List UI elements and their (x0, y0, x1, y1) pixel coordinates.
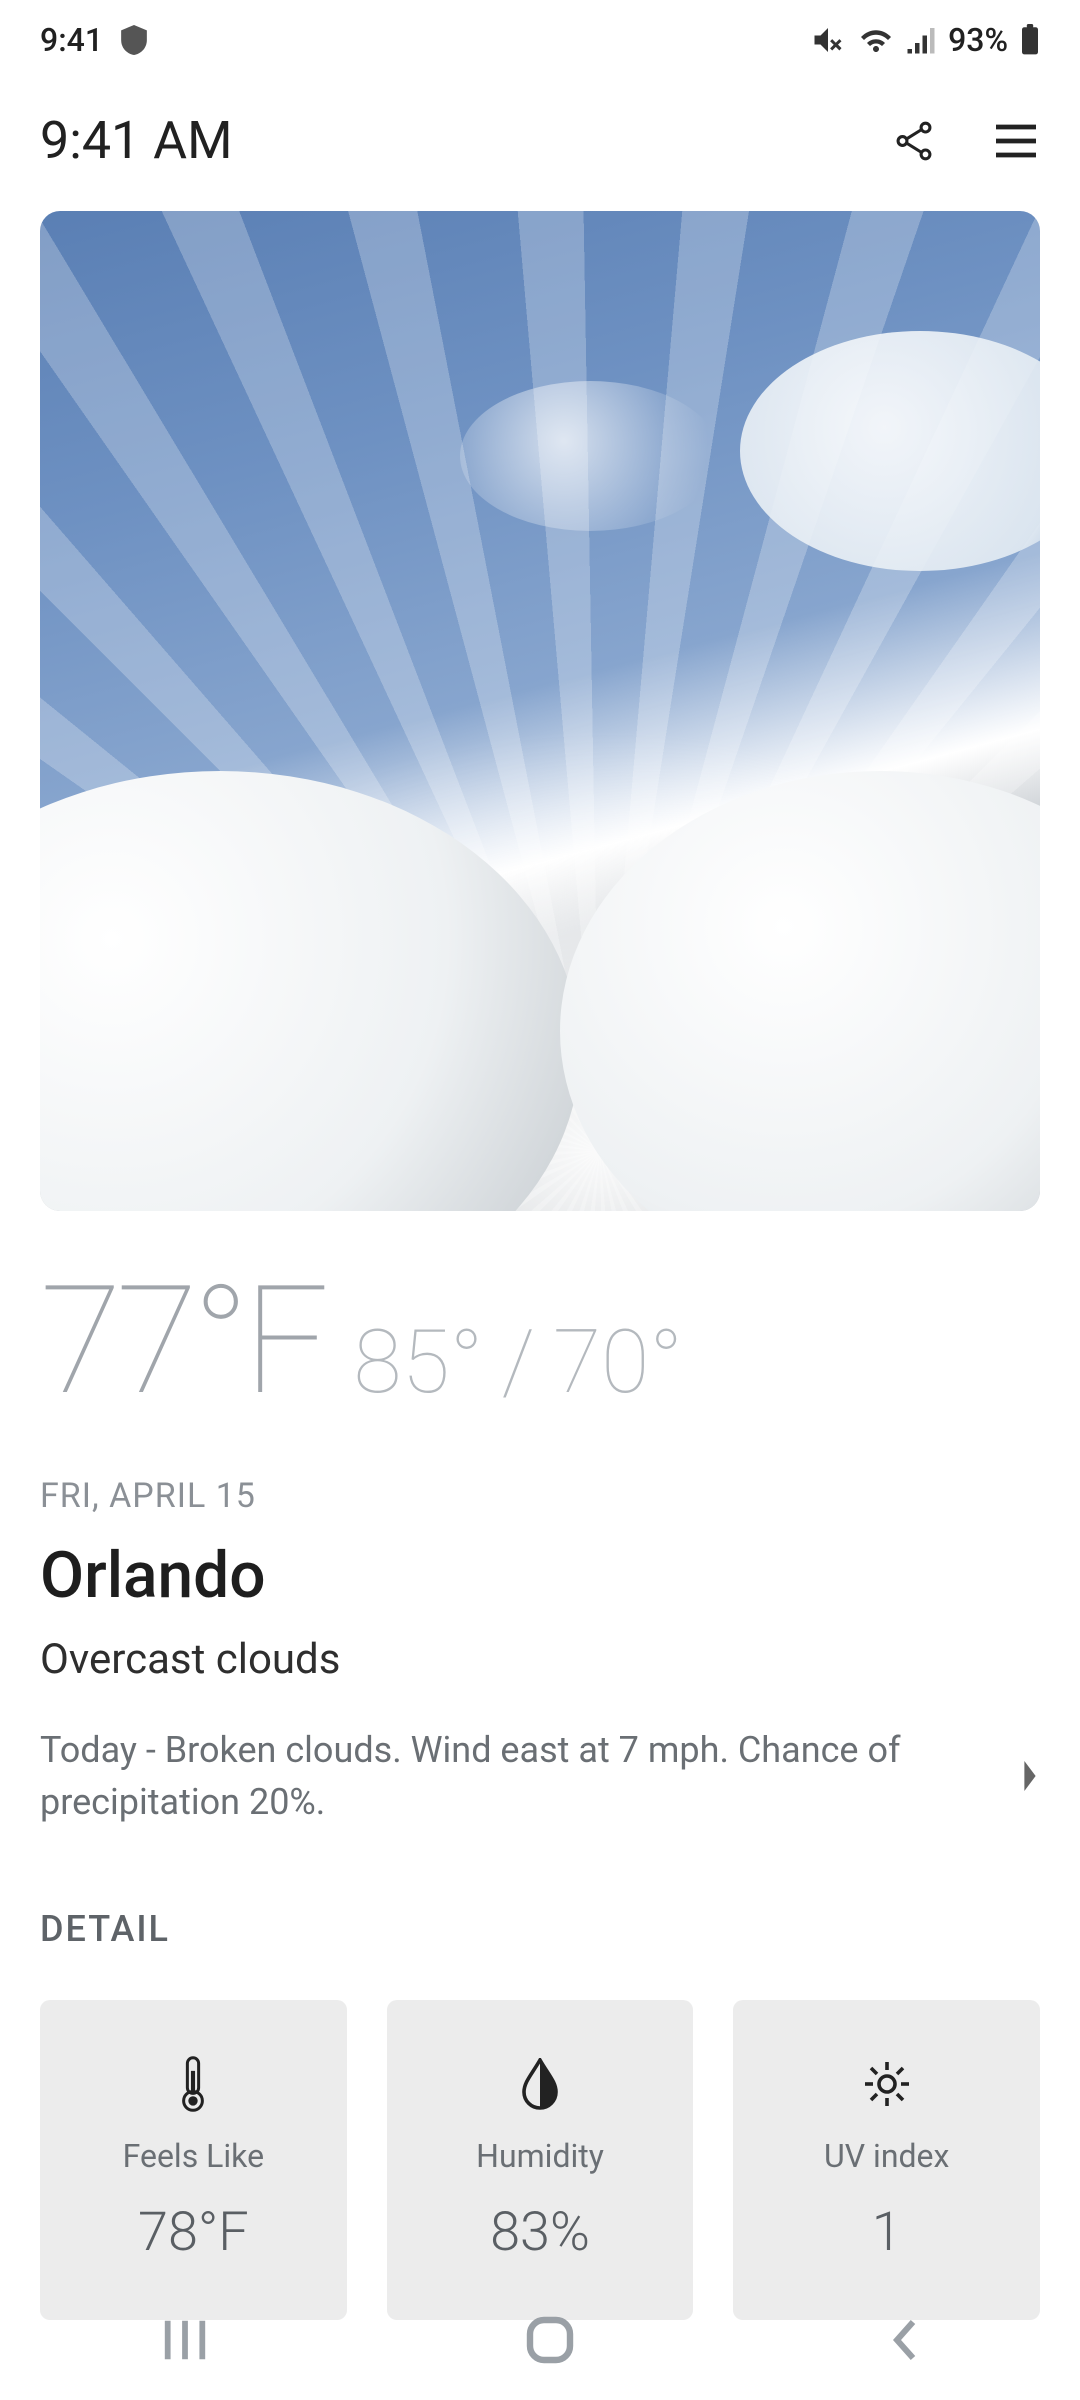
wifi-icon (858, 25, 894, 55)
system-nav-bar (0, 2280, 1080, 2400)
card-label: Humidity (476, 2137, 604, 2175)
home-icon[interactable] (524, 2314, 576, 2366)
detail-card-uv[interactable]: UV index 1 (733, 2000, 1040, 2320)
droplet-icon (520, 2058, 560, 2110)
share-icon[interactable] (891, 118, 937, 164)
city-name: Orlando (0, 1516, 1080, 1613)
forecast-row[interactable]: Today - Broken clouds. Wind east at 7 mp… (0, 1684, 1080, 1828)
temp-separator: / (501, 1311, 535, 1414)
weather-image (40, 211, 1040, 1211)
shield-icon (121, 25, 147, 55)
condition-text: Overcast clouds (0, 1613, 1080, 1684)
card-value: 1 (872, 2201, 902, 2264)
card-value: 78°F (138, 2201, 249, 2264)
menu-icon[interactable] (992, 121, 1040, 161)
detail-card-feels-like[interactable]: Feels Like 78°F (40, 2000, 347, 2320)
low-temp: 70° (553, 1311, 683, 1414)
detail-card-humidity[interactable]: Humidity 83% (387, 2000, 694, 2320)
back-icon[interactable] (885, 2314, 925, 2366)
recents-icon[interactable] (155, 2315, 215, 2365)
battery-icon (1020, 24, 1040, 56)
header-time: 9:41 AM (40, 110, 233, 171)
status-bar: 9:41 93% (0, 0, 1080, 80)
app-header: 9:41 AM (0, 80, 1080, 211)
card-label: UV index (824, 2137, 949, 2175)
sun-icon (861, 2058, 913, 2110)
status-time: 9:41 (40, 21, 103, 59)
high-temp: 85° (353, 1311, 483, 1414)
detail-cards: Feels Like 78°F Humidity 83% UV index 1 (0, 1950, 1080, 2320)
thermometer-icon (178, 2055, 208, 2113)
date-line: FRI, APRIL 15 (0, 1416, 1080, 1516)
temperature-row: 77°F 85° / 70° (0, 1211, 1080, 1416)
forecast-text: Today - Broken clouds. Wind east at 7 mp… (40, 1724, 990, 1828)
status-battery: 93% (948, 21, 1008, 59)
card-label: Feels Like (123, 2137, 264, 2175)
signal-icon (906, 25, 936, 55)
mute-icon (810, 22, 846, 58)
current-temp: 77°F (40, 1266, 323, 1416)
detail-heading: DETAIL (0, 1828, 1080, 1950)
chevron-right-icon (1020, 1761, 1040, 1791)
card-value: 83% (490, 2201, 590, 2264)
